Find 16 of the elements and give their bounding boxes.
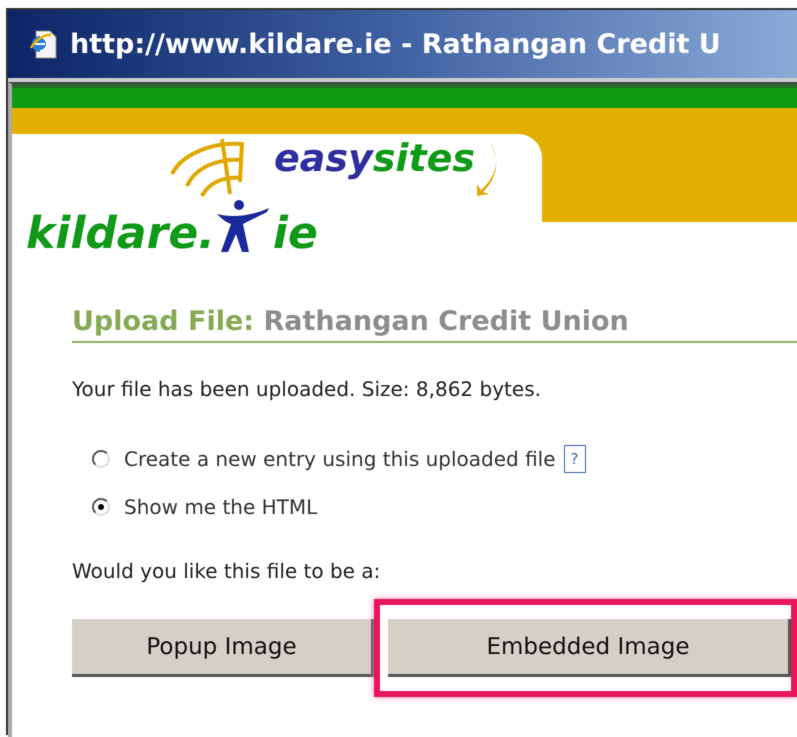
- page-heading: Upload File: Rathangan Credit Union: [72, 306, 797, 343]
- easysites-logo-text: easysites: [274, 136, 476, 180]
- question-text: Would you like this file to be a:: [72, 559, 382, 583]
- browser-page-icon: [28, 28, 58, 60]
- option-label[interactable]: Create a new entry using this uploaded file: [124, 447, 556, 471]
- option-label[interactable]: Show me the HTML: [124, 495, 318, 519]
- radio-button[interactable]: [92, 498, 110, 516]
- image-type-button[interactable]: Embedded Image: [388, 619, 791, 677]
- image-type-button[interactable]: Popup Image: [72, 619, 374, 677]
- radio-button[interactable]: [92, 450, 110, 468]
- upload-message: Your file has been uploaded. Size: 8,862 bytes.: [72, 377, 542, 401]
- ie-logo-text: ie: [272, 210, 318, 258]
- window-title: http://www.kildare.ie - Rathangan Credit U: [70, 28, 721, 60]
- figure-icon: [214, 198, 271, 254]
- help-button[interactable]: ?: [564, 445, 586, 473]
- kildare-logo-text: kildare.: [26, 210, 215, 258]
